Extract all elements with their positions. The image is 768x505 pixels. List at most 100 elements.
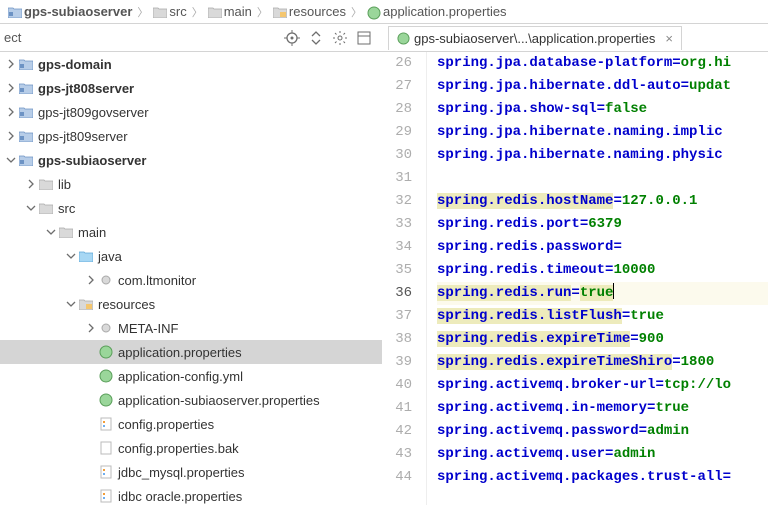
tree-row[interactable]: gps-subiaoserver [0, 148, 382, 172]
expand-arrow-icon[interactable] [4, 153, 18, 167]
breadcrumb-label: src [169, 4, 186, 19]
code-line[interactable]: spring.activemq.broker-url=tcp://lo [437, 374, 768, 397]
expand-arrow-icon [84, 465, 98, 479]
tree-row[interactable]: META-INF [0, 316, 382, 340]
line-number: 34 [382, 236, 412, 259]
cfg-icon [98, 464, 114, 480]
tree-row[interactable]: idbc oracle.properties [0, 484, 382, 505]
line-number: 39 [382, 351, 412, 374]
folder-icon [58, 224, 74, 240]
folder-icon [38, 200, 54, 216]
code-line[interactable]: spring.redis.listFlush=true [437, 305, 768, 328]
code-line[interactable]: spring.redis.port=6379 [437, 213, 768, 236]
expand-arrow-icon [84, 369, 98, 383]
tree-row[interactable]: gps-jt809govserver [0, 100, 382, 124]
cfg-icon [98, 416, 114, 432]
tree-row[interactable]: config.properties.bak [0, 436, 382, 460]
project-tree[interactable]: gps-domain gps-jt808server gps-jt809govser… [0, 52, 382, 505]
line-number: 38 [382, 328, 412, 351]
tree-label: lib [58, 177, 71, 192]
breadcrumb-item[interactable]: main [204, 4, 256, 19]
code-editor[interactable]: 26272829303132333435363738394041424344 s… [382, 52, 768, 505]
code-line[interactable]: spring.activemq.password=admin [437, 420, 768, 443]
code-line[interactable]: spring.redis.hostName=127.0.0.1 [437, 190, 768, 213]
locate-icon[interactable] [284, 30, 300, 46]
expand-all-icon[interactable] [308, 30, 324, 46]
editor-tab[interactable]: gps-subiaoserver\...\application.propert… [388, 26, 682, 50]
tree-row[interactable]: java [0, 244, 382, 268]
code-line[interactable]: spring.jpa.hibernate.naming.implic [437, 121, 768, 144]
code-line[interactable]: spring.jpa.hibernate.naming.physic [437, 144, 768, 167]
gear-icon[interactable] [332, 30, 348, 46]
line-number: 28 [382, 98, 412, 121]
collapse-panel-icon[interactable] [356, 30, 372, 46]
breadcrumb-item[interactable]: application.properties [363, 4, 511, 19]
line-number: 26 [382, 52, 412, 75]
expand-arrow-icon[interactable] [84, 273, 98, 287]
breadcrumb-label: resources [289, 4, 346, 19]
tree-row[interactable]: gps-jt809server [0, 124, 382, 148]
code-area[interactable]: spring.jpa.database-platform=org.hisprin… [427, 52, 768, 505]
tree-row[interactable]: com.ltmonitor [0, 268, 382, 292]
code-line[interactable]: spring.activemq.in-memory=true [437, 397, 768, 420]
tree-row[interactable]: gps-domain [0, 52, 382, 76]
tree-row[interactable]: src [0, 196, 382, 220]
tree-row[interactable]: lib [0, 172, 382, 196]
code-line[interactable]: spring.redis.expireTimeShiro=1800 [437, 351, 768, 374]
expand-arrow-icon[interactable] [24, 201, 38, 215]
code-line[interactable]: spring.redis.expireTime=900 [437, 328, 768, 351]
expand-arrow-icon [84, 489, 98, 503]
tab-label: gps-subiaoserver\...\application.propert… [414, 31, 655, 46]
line-number: 40 [382, 374, 412, 397]
breadcrumb-item[interactable]: src [149, 4, 190, 19]
tree-label: META-INF [118, 321, 178, 336]
expand-arrow-icon[interactable] [24, 177, 38, 191]
expand-arrow-icon[interactable] [64, 297, 78, 311]
expand-arrow-icon[interactable] [4, 81, 18, 95]
close-icon[interactable]: × [659, 31, 673, 46]
tree-row[interactable]: resources [0, 292, 382, 316]
tree-row[interactable]: application.properties [0, 340, 382, 364]
line-number: 31 [382, 167, 412, 190]
tree-row[interactable]: main [0, 220, 382, 244]
code-line[interactable]: spring.activemq.user=admin [437, 443, 768, 466]
tree-row[interactable]: gps-jt808server [0, 76, 382, 100]
code-line[interactable]: spring.redis.timeout=10000 [437, 259, 768, 282]
prop-icon [98, 344, 114, 360]
code-line[interactable]: spring.jpa.database-platform=org.hi [437, 52, 768, 75]
expand-arrow-icon[interactable] [4, 57, 18, 71]
toolbar: ect gps-subiaoserver\...\application.pro… [0, 24, 768, 52]
tree-row[interactable]: application-config.yml [0, 364, 382, 388]
folder-icon [208, 6, 221, 17]
code-line[interactable]: spring.jpa.show-sql=false [437, 98, 768, 121]
breadcrumb-separator: 〉 [256, 4, 269, 20]
cfg-icon [98, 488, 114, 504]
tree-row[interactable]: config.properties [0, 412, 382, 436]
file-icon [98, 440, 114, 456]
module-icon [18, 128, 34, 144]
tree-label: resources [98, 297, 155, 312]
code-line[interactable]: spring.redis.password= [437, 236, 768, 259]
tree-row[interactable]: jdbc_mysql.properties [0, 460, 382, 484]
code-line[interactable]: spring.redis.run=true [437, 282, 768, 305]
line-number: 41 [382, 397, 412, 420]
tree-label: application-subiaoserver.properties [118, 393, 320, 408]
line-number: 30 [382, 144, 412, 167]
expand-arrow-icon[interactable] [44, 225, 58, 239]
breadcrumb: gps-subiaoserver〉src〉main〉resources〉appl… [0, 0, 768, 24]
expand-arrow-icon[interactable] [4, 105, 18, 119]
expand-arrow-icon[interactable] [4, 129, 18, 143]
code-line[interactable] [437, 167, 768, 190]
expand-arrow-icon[interactable] [84, 321, 98, 335]
tree-label: gps-jt809govserver [38, 105, 149, 120]
expand-arrow-icon[interactable] [64, 249, 78, 263]
breadcrumb-item[interactable]: resources [269, 4, 350, 19]
tree-row[interactable]: application-subiaoserver.properties [0, 388, 382, 412]
code-line[interactable]: spring.jpa.hibernate.ddl-auto=updat [437, 75, 768, 98]
tree-label: gps-jt808server [38, 81, 134, 96]
code-line[interactable]: spring.activemq.packages.trust-all= [437, 466, 768, 489]
breadcrumb-item[interactable]: gps-subiaoserver [4, 4, 136, 19]
folder-res-icon [273, 6, 286, 17]
line-number: 36 [382, 282, 412, 305]
prop-icon [367, 6, 380, 17]
